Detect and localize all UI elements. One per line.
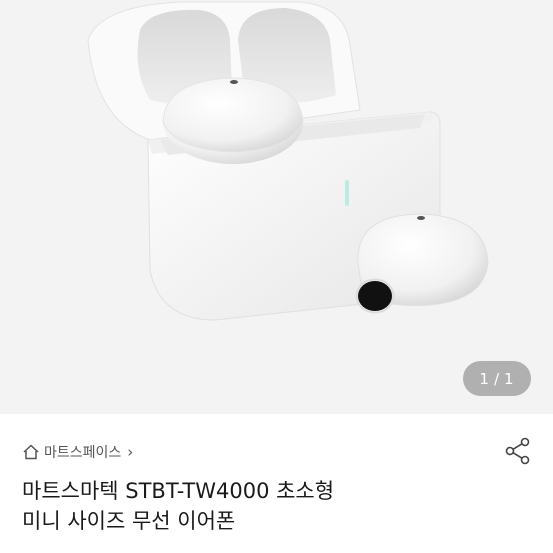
share-icon (505, 437, 530, 465)
breadcrumb[interactable]: 마트스페이스 › (22, 441, 133, 463)
product-image[interactable] (0, 0, 553, 414)
image-counter-current: 1 (479, 369, 490, 388)
image-counter-total: 1 (504, 369, 515, 388)
home-icon (22, 443, 40, 461)
product-title-line2: 미니 사이즈 무선 이어폰 (22, 509, 236, 533)
product-image-gallery[interactable]: 1 / 1 (0, 0, 553, 414)
breadcrumb-store-link[interactable]: 마트스페이스 (44, 442, 121, 462)
image-counter-separator: / (493, 369, 501, 388)
product-page: 1 / 1 마트스페이스 › 마트스마텍 STBT-TW4000 초소형 미니 … (0, 0, 553, 553)
product-info: 마트스페이스 › 마트스마텍 STBT-TW4000 초소형 미니 사이즈 무선… (0, 414, 553, 553)
share-button[interactable] (503, 436, 533, 466)
image-counter: 1 / 1 (463, 361, 531, 396)
chevron-right-icon: › (127, 443, 134, 461)
product-title-line1: 마트스마텍 STBT-TW4000 초소형 (22, 479, 335, 503)
product-title: 마트스마텍 STBT-TW4000 초소형 미니 사이즈 무선 이어폰 (22, 476, 522, 536)
